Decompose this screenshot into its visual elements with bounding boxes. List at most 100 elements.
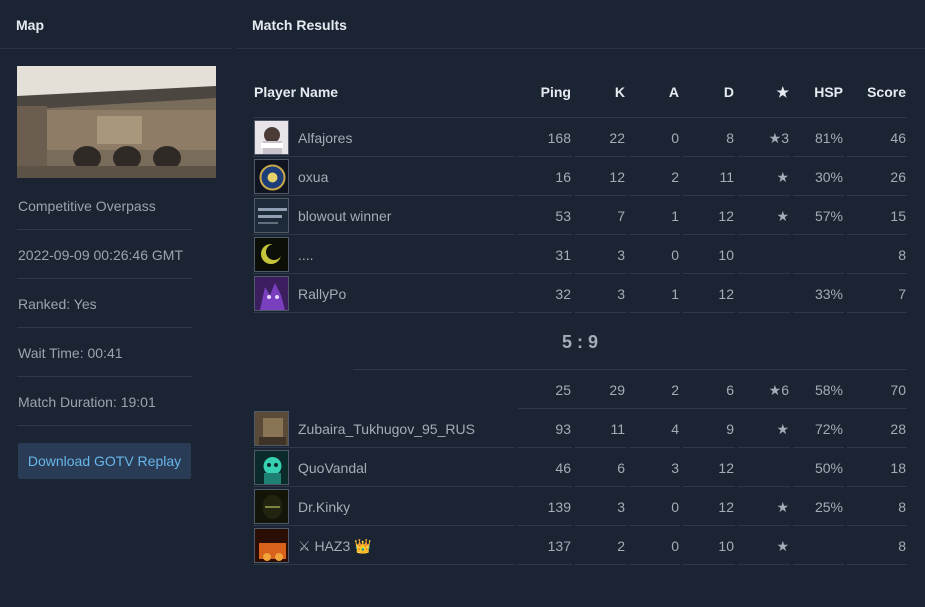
row-divider — [738, 564, 790, 565]
player-row[interactable]: .... 31 3 0 10 8 — [253, 235, 907, 274]
player-ping: 32 — [555, 286, 571, 302]
player-kills: 22 — [609, 130, 625, 146]
ranked-row: Ranked: Yes — [17, 279, 192, 328]
player-avatar[interactable] — [254, 528, 289, 563]
team2-total-mvps: ★6 — [768, 382, 789, 398]
player-assists: 2 — [671, 169, 679, 185]
row-divider — [683, 564, 735, 565]
player-mvps: ★ — [776, 538, 789, 554]
player-deaths: 8 — [726, 130, 734, 146]
player-assists: 0 — [671, 247, 679, 263]
row-divider — [518, 564, 572, 565]
player-deaths: 12 — [718, 460, 734, 476]
col-header-player-name[interactable]: Player Name — [254, 84, 338, 100]
player-hsp: 33% — [814, 286, 843, 302]
row-divider — [253, 312, 515, 313]
player-row[interactable]: ⚔ HAZ3 👑 137 2 0 10 ★ 8 — [253, 526, 907, 565]
player-assists: 1 — [671, 208, 679, 224]
row-divider — [629, 312, 680, 313]
match-duration: Match Duration: 19:01 — [18, 394, 156, 410]
player-name[interactable]: QuoVandal — [298, 460, 367, 476]
player-row[interactable]: Zubaira_Tukhugov_95_RUS 93 11 4 9 ★ 72% 28 — [253, 409, 907, 448]
row-divider — [847, 564, 907, 565]
player-ping: 168 — [547, 130, 571, 146]
team2-total-assists: 2 — [671, 382, 679, 398]
player-hsp: 30% — [814, 169, 843, 185]
player-name[interactable]: blowout winner — [298, 208, 391, 224]
player-ping: 16 — [555, 169, 571, 185]
row-divider — [793, 564, 844, 565]
row-divider — [518, 312, 572, 313]
player-deaths: 12 — [718, 208, 734, 224]
col-header-hsp[interactable]: HSP — [803, 84, 843, 100]
player-ping: 139 — [547, 499, 571, 515]
col-header-score[interactable]: Score — [857, 84, 906, 100]
player-row[interactable]: RallyPo 32 3 1 12 33% 7 — [253, 274, 907, 313]
player-mvps: ★ — [776, 208, 789, 224]
col-header-kills[interactable]: K — [585, 84, 625, 100]
player-avatar[interactable] — [254, 120, 289, 155]
player-name[interactable]: RallyPo — [298, 286, 346, 302]
map-name: Competitive Overpass — [18, 198, 156, 214]
player-kills: 7 — [617, 208, 625, 224]
match-results-title: Match Results — [252, 17, 347, 33]
player-score: 7 — [898, 286, 906, 302]
player-avatar[interactable] — [254, 276, 289, 311]
player-name[interactable]: Zubaira_Tukhugov_95_RUS — [298, 421, 475, 437]
row-divider — [847, 312, 907, 313]
player-row[interactable]: QuoVandal 46 6 3 12 50% 18 — [253, 448, 907, 487]
player-assists: 0 — [671, 499, 679, 515]
player-assists: 4 — [671, 421, 679, 437]
team2-total-deaths: 6 — [726, 382, 734, 398]
player-mvps: ★ — [776, 169, 789, 185]
player-avatar[interactable] — [254, 159, 289, 194]
player-assists: 1 — [671, 286, 679, 302]
player-avatar[interactable] — [254, 411, 289, 446]
player-avatar[interactable] — [254, 198, 289, 233]
col-header-mvp-star-icon[interactable]: ★ — [749, 84, 789, 101]
player-assists: 0 — [671, 538, 679, 554]
player-ping: 137 — [547, 538, 571, 554]
player-score: 28 — [890, 421, 906, 437]
player-row[interactable]: Dr.Kinky 139 3 0 12 ★ 25% 8 — [253, 487, 907, 526]
player-avatar[interactable] — [254, 489, 289, 524]
player-row[interactable]: Alfajores 168 22 0 8 ★3 81% 46 — [253, 118, 907, 157]
player-hsp: 50% — [814, 460, 843, 476]
row-divider — [253, 564, 515, 565]
player-score: 18 — [890, 460, 906, 476]
player-name[interactable]: ⚔ HAZ3 👑 — [298, 538, 372, 555]
row-divider — [575, 312, 626, 313]
player-name[interactable]: Dr.Kinky — [298, 499, 350, 515]
player-name[interactable]: oxua — [298, 169, 328, 185]
player-kills: 2 — [617, 538, 625, 554]
wait-time: Wait Time: 00:41 — [18, 345, 123, 361]
match-score-line: 5 : 9 — [254, 332, 906, 353]
team2-total-score: 70 — [890, 382, 906, 398]
player-score: 8 — [898, 538, 906, 554]
row-divider — [575, 564, 626, 565]
summary-divider — [353, 369, 907, 370]
map-panel-title: Map — [16, 17, 44, 33]
player-ping: 93 — [555, 421, 571, 437]
player-name[interactable]: .... — [298, 247, 314, 263]
wait-time-row: Wait Time: 00:41 — [17, 328, 192, 377]
player-row[interactable]: oxua 16 12 2 11 ★ 30% 26 — [253, 157, 907, 196]
download-gotv-replay-button[interactable]: Download GOTV Replay — [18, 443, 191, 479]
match-duration-row: Match Duration: 19:01 — [17, 377, 192, 426]
player-mvps: ★3 — [768, 130, 789, 146]
player-assists: 3 — [671, 460, 679, 476]
player-kills: 11 — [610, 421, 625, 437]
player-kills: 3 — [617, 247, 625, 263]
player-avatar[interactable] — [254, 450, 289, 485]
row-divider — [793, 312, 844, 313]
match-results-header: Match Results — [237, 0, 925, 49]
col-header-assists[interactable]: A — [640, 84, 679, 100]
player-score: 26 — [890, 169, 906, 185]
player-avatar[interactable] — [254, 237, 289, 272]
player-row[interactable]: blowout winner 53 7 1 12 ★ 57% 15 — [253, 196, 907, 235]
player-hsp: 25% — [814, 499, 843, 515]
col-header-ping[interactable]: Ping — [521, 84, 571, 100]
team2-summary-row: 25 29 2 6 ★6 58% 70 — [253, 370, 907, 409]
player-name[interactable]: Alfajores — [298, 130, 352, 146]
col-header-deaths[interactable]: D — [694, 84, 734, 100]
